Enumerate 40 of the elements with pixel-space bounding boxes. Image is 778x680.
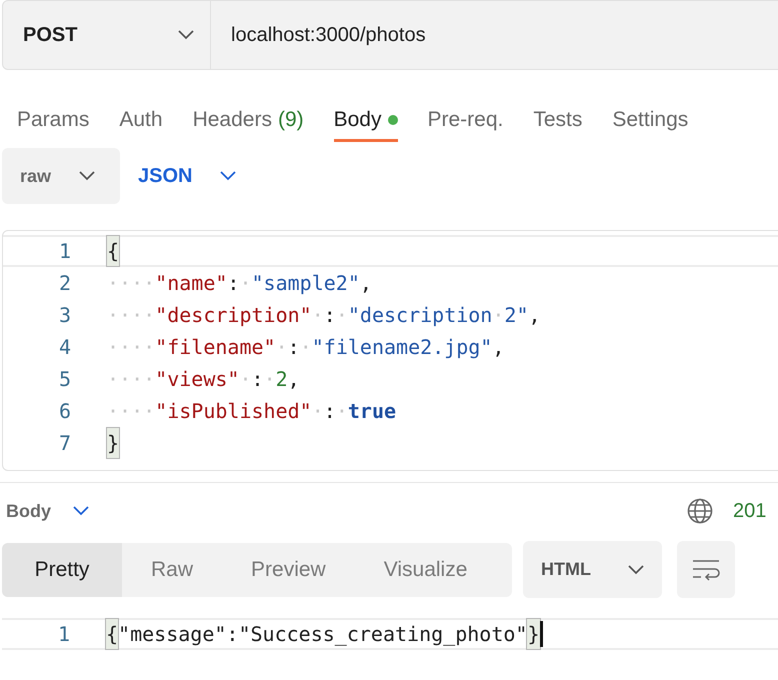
response-format-dropdown[interactable]: HTML [523, 541, 662, 598]
request-tab[interactable]: Auth [119, 100, 163, 142]
response-view-tab[interactable]: Raw [122, 542, 222, 596]
header-count: (9) [278, 106, 304, 133]
response-view-tab[interactable]: Pretty [2, 542, 122, 596]
request-tab[interactable]: Settings [612, 100, 688, 142]
code-line: ····"filename"·:·"filename2.jpg", [107, 334, 504, 361]
line-number: 2 [58, 270, 71, 297]
request-tab[interactable]: Pre-req. [428, 100, 504, 142]
wrap-lines-icon [692, 558, 720, 582]
code-line: ····"name":·"sample2", [107, 270, 372, 297]
code-line: {"message":"Success_creating_photo"} [106, 619, 540, 649]
code-editor[interactable]: 1 { 2 ····"name":·"sample2", 3 ····"description"·:·"description·2", 4 ····"filename"·:·"filename2.jpg", 5 ····"views"·:·2, 6 ····"isPublished"·:·true 7 } [2, 230, 778, 471]
line-number: 6 [58, 398, 71, 425]
code-line: ····"isPublished"·:·true [107, 398, 396, 425]
chevron-down-icon [73, 506, 89, 516]
line-number: 1 [58, 238, 71, 265]
chevron-down-icon [79, 171, 96, 181]
request-tab[interactable]: Headers (9) [192, 100, 304, 142]
request-tab[interactable]: Body [334, 100, 398, 142]
chevron-down-icon [220, 171, 236, 181]
request-tab[interactable]: Params [17, 100, 90, 142]
response-view-tab[interactable]: Visualize [354, 542, 496, 596]
response-section-dropdown[interactable]: Body [6, 498, 89, 524]
line-number: 4 [58, 334, 71, 361]
format-dropdown[interactable]: JSON [138, 161, 236, 191]
status-code: 201 [733, 499, 768, 524]
body-type-dropdown[interactable]: raw [2, 148, 120, 204]
line-number: 7 [58, 430, 71, 457]
line-number: 5 [58, 366, 71, 393]
text-cursor [540, 621, 542, 647]
line-number: 3 [58, 302, 71, 329]
code-line: ····"description"·:·"description·2", [107, 302, 541, 329]
code-line: ····"views"·:·2, [107, 366, 300, 393]
globe-icon[interactable] [687, 498, 713, 524]
response-view-tab[interactable]: Preview [222, 542, 355, 596]
request-tab[interactable]: Tests [533, 100, 582, 142]
wrap-lines-button[interactable] [677, 541, 735, 598]
line-number: 1 [56, 621, 70, 648]
chevron-down-icon [628, 564, 644, 574]
